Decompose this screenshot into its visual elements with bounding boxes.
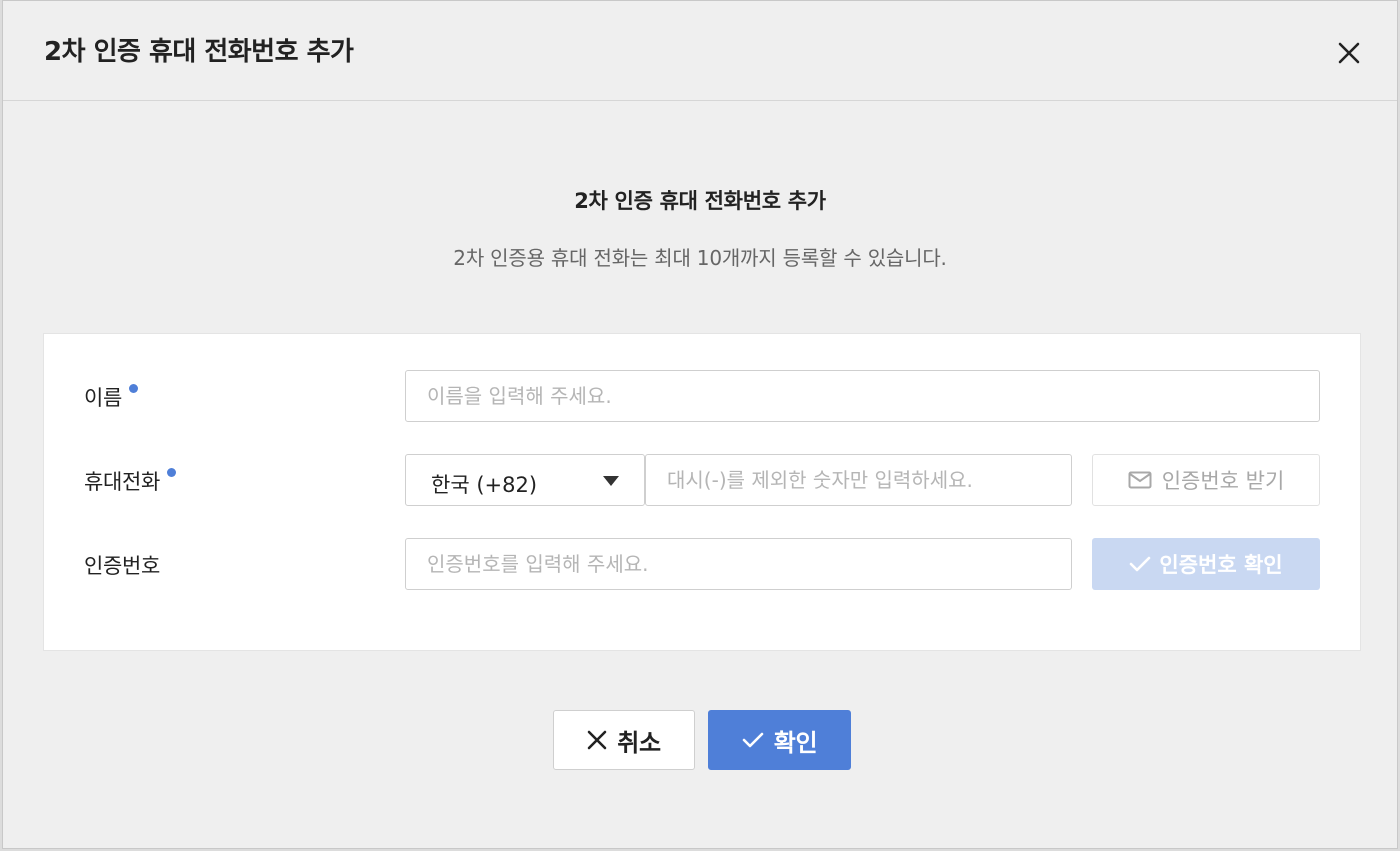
verify-code-button[interactable]: 인증번호 확인	[1092, 538, 1320, 590]
check-icon	[742, 731, 764, 749]
get-code-button[interactable]: 인증번호 받기	[1092, 454, 1320, 506]
code-input[interactable]	[405, 538, 1072, 590]
name-label: 이름	[84, 382, 139, 412]
cancel-button[interactable]: 취소	[553, 710, 695, 770]
dialog-header: 2차 인증 휴대 전화번호 추가	[3, 1, 1397, 101]
phone-label-text: 휴대전화	[84, 470, 161, 494]
get-code-label: 인증번호 받기	[1161, 469, 1285, 493]
form-panel: 이름 휴대전화 한국 (+82) 인증번호 받기 인증번호	[43, 333, 1361, 651]
country-code-select[interactable]: 한국 (+82)	[405, 454, 645, 506]
dialog-close-button[interactable]	[1337, 41, 1361, 65]
close-icon	[587, 730, 607, 750]
confirm-label: 확인	[773, 728, 818, 757]
verify-code-label: 인증번호 확인	[1159, 553, 1283, 577]
phone-label: 휴대전화	[84, 466, 177, 496]
country-code-value: 한국 (+82)	[431, 473, 538, 497]
caret-down-icon	[603, 476, 619, 486]
check-icon	[1129, 555, 1151, 573]
dialog-title: 2차 인증 휴대 전화번호 추가	[44, 37, 354, 67]
intro-title: 2차 인증 휴대 전화번호 추가	[574, 189, 826, 213]
intro-description: 2차 인증용 휴대 전화는 최대 10개까지 등록할 수 있습니다.	[453, 246, 947, 270]
name-input[interactable]	[405, 370, 1320, 422]
code-label-text: 인증번호	[84, 554, 161, 578]
add-phone-dialog: 2차 인증 휴대 전화번호 추가 2차 인증 휴대 전화번호 추가 2차 인증용…	[2, 0, 1398, 849]
required-dot	[129, 384, 139, 393]
name-label-text: 이름	[84, 386, 123, 410]
confirm-button[interactable]: 확인	[708, 710, 851, 770]
phone-number-input[interactable]	[645, 454, 1072, 506]
code-label: 인증번호	[84, 550, 160, 580]
close-icon	[1338, 42, 1360, 64]
envelope-icon	[1128, 471, 1152, 489]
required-dot	[167, 468, 177, 477]
cancel-label: 취소	[617, 728, 661, 757]
